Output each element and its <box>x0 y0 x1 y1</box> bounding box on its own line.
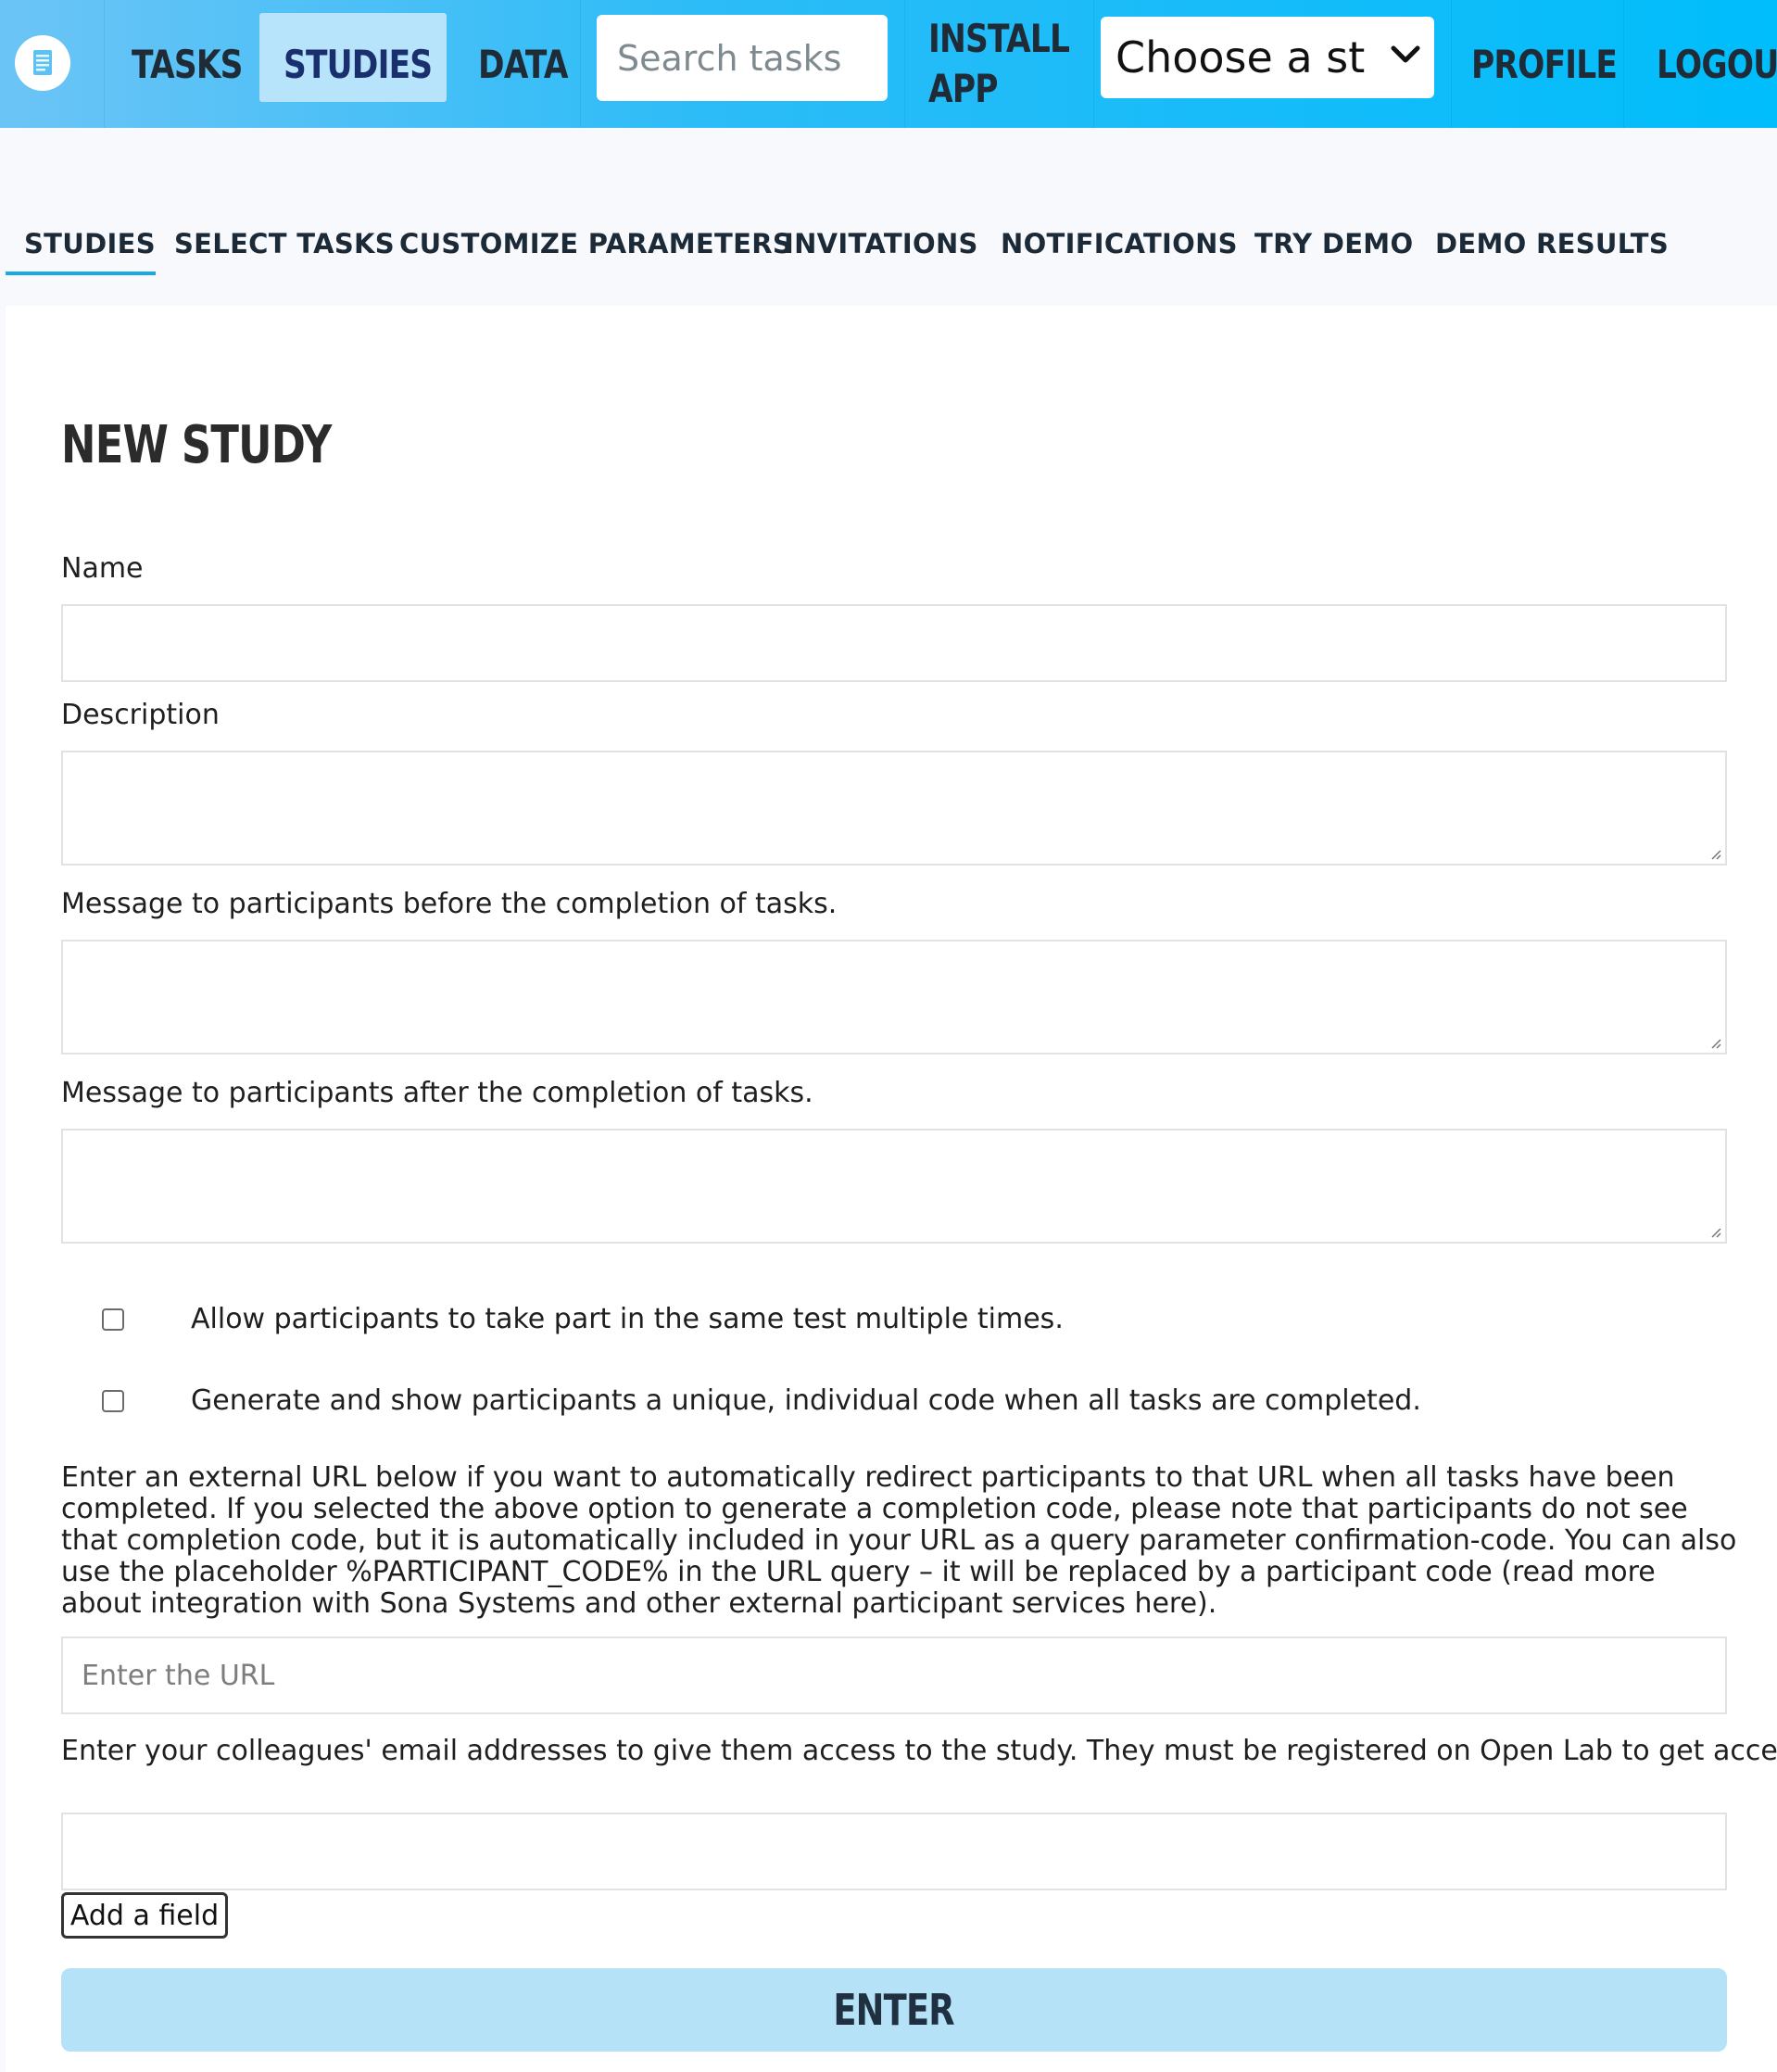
tab-demo-results[interactable]: DEMO RESULTS <box>1435 228 1669 259</box>
resize-grip-icon[interactable] <box>1707 1034 1721 1049</box>
description-textarea[interactable] <box>61 751 1727 865</box>
completion-code-label: Generate and show participants a unique,… <box>191 1384 1421 1417</box>
before-message-textarea[interactable] <box>61 940 1727 1055</box>
study-select-value: Choose a st <box>1115 32 1366 82</box>
after-message-label: Message to participants after the comple… <box>61 1077 813 1109</box>
app-logo[interactable] <box>15 35 70 91</box>
study-select[interactable]: Choose a st <box>1101 17 1434 98</box>
add-field-button[interactable]: Add a field <box>61 1892 228 1939</box>
install-line-1: INSTALL <box>928 16 1070 61</box>
multiple-participation-checkbox[interactable] <box>102 1308 124 1331</box>
tab-invitations[interactable]: INVITATIONS <box>784 228 978 259</box>
nav-divider <box>1093 0 1094 128</box>
nav-divider <box>580 0 581 128</box>
name-label: Name <box>61 552 144 585</box>
tab-notifications[interactable]: NOTIFICATIONS <box>1001 228 1238 259</box>
nav-tasks[interactable]: TASKS <box>132 0 243 128</box>
nav-divider <box>1623 0 1624 128</box>
completion-code-checkbox[interactable] <box>102 1390 124 1412</box>
confirmation-code-param: confirmation-code <box>1294 1524 1547 1557</box>
resize-grip-icon[interactable] <box>1707 1223 1721 1238</box>
nav-divider <box>104 0 105 128</box>
document-icon <box>22 43 63 83</box>
active-tab-underline <box>6 272 156 275</box>
name-input[interactable] <box>61 604 1727 682</box>
enter-button-label: ENTER <box>833 1985 955 2035</box>
nav-data[interactable]: DATA <box>478 0 569 128</box>
top-navbar: TASKS STUDIES DATA INSTALL APP Choose a … <box>0 0 1777 128</box>
nav-studies[interactable]: STUDIES <box>284 0 433 128</box>
tab-customize-parameters[interactable]: CUSTOMIZE PARAMETERS <box>399 228 792 259</box>
nav-logout[interactable]: LOGOUT <box>1657 0 1777 128</box>
colleague-email-input[interactable] <box>61 1813 1727 1890</box>
description-label: Description <box>61 699 220 731</box>
before-message-label: Message to participants before the compl… <box>61 888 838 920</box>
colleagues-instructions: Enter your colleagues' email addresses t… <box>61 1735 1777 1767</box>
redirect-instructions: Enter an external URL below if you want … <box>61 1462 1738 1620</box>
resize-grip-icon[interactable] <box>1707 845 1721 860</box>
enter-button[interactable]: ENTER <box>61 1968 1727 2052</box>
search-input[interactable] <box>597 15 888 101</box>
tab-select-tasks[interactable]: SELECT TASKS <box>174 228 395 259</box>
chevron-down-icon <box>1391 45 1420 63</box>
nav-divider <box>904 0 905 128</box>
tab-try-demo[interactable]: TRY DEMO <box>1254 228 1413 259</box>
multiple-participation-label: Allow participants to take part in the s… <box>191 1303 1064 1335</box>
nav-profile[interactable]: PROFILE <box>1471 0 1618 128</box>
install-line-2: APP <box>928 66 999 111</box>
nav-install-app[interactable]: INSTALL APP <box>928 0 1070 128</box>
redirect-url-input[interactable] <box>61 1636 1727 1714</box>
nav-divider <box>1451 0 1452 128</box>
after-message-textarea[interactable] <box>61 1129 1727 1244</box>
page-title: NEW STUDY <box>61 415 332 475</box>
tab-studies[interactable]: STUDIES <box>24 228 156 259</box>
